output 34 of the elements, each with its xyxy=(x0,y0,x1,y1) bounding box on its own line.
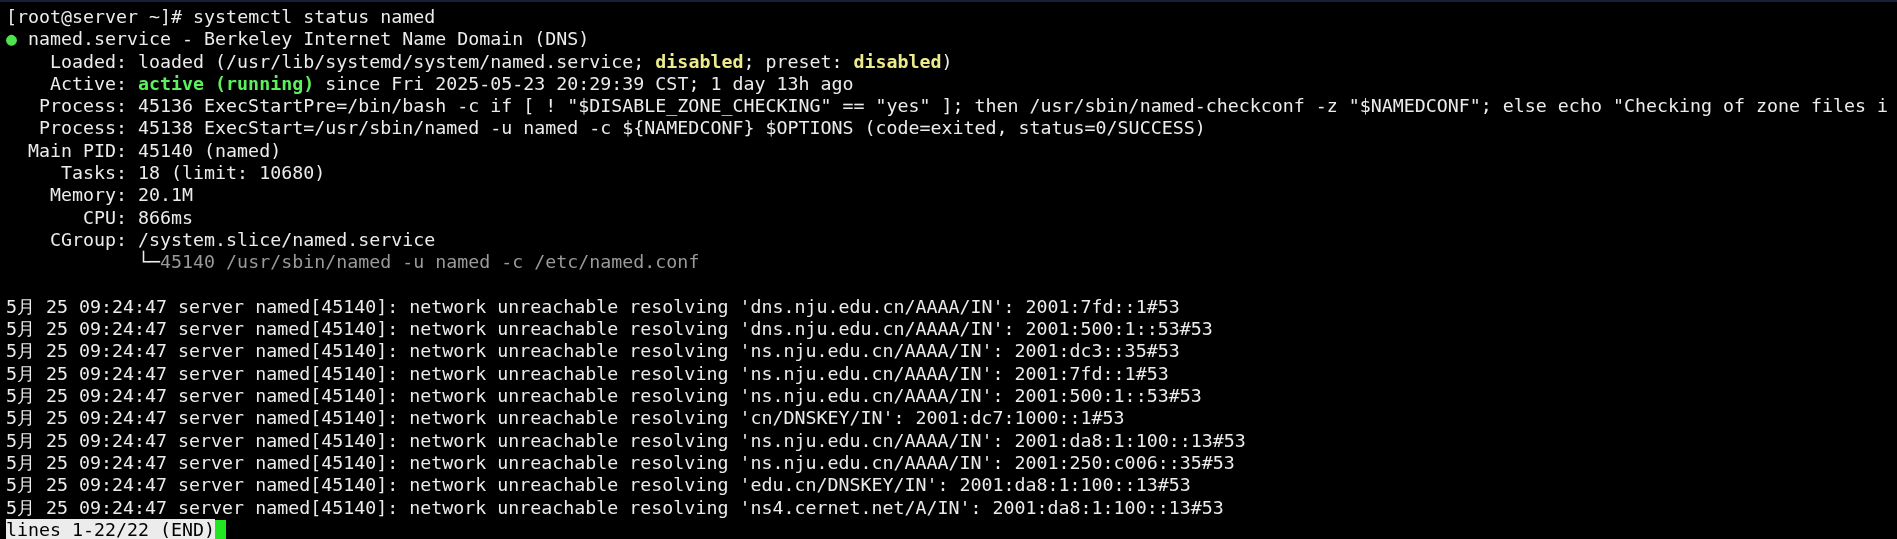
field-label: CPU: xyxy=(82,206,128,229)
field-value: loaded (/usr/lib/systemd/system/named.service; disabled; preset: disabled) xyxy=(138,50,953,73)
field-label: Main PID: xyxy=(27,139,128,163)
field-label: Process: xyxy=(38,95,128,118)
log-line: 5月 25 09:24:47 server named[45140]: network unreachable resolving 'dns.nju.edu.cn/AAAA/IN': 2001:500:1::53#53 xyxy=(6,318,1213,341)
field-value: 45140 (named) xyxy=(138,139,282,163)
field-label: Loaded: xyxy=(49,50,128,73)
log-line: 5月 25 09:24:47 server named[45140]: network unreachable resolving 'edu.cn/DNSKEY/IN': 2001:da8:1:100::13#53 xyxy=(6,474,1191,497)
log-line: 5月 25 09:24:47 server named[45140]: network unreachable resolving 'ns.nju.edu.cn/AAAA/IN': 2001:7fd::1#53 xyxy=(6,362,1169,386)
field-value: 20.1M xyxy=(138,184,194,207)
log-line: 5月 25 09:24:47 server named[45140]: network unreachable resolving 'ns.nju.edu.cn/AAAA/IN': 2001:dc3::35#53 xyxy=(6,340,1180,363)
field-value: 866ms xyxy=(138,206,194,229)
process-tree-line: └─45140 /usr/sbin/named -u named -c /etc/named.conf xyxy=(138,251,700,274)
log-line: 5月 25 09:24:47 server named[45140]: network unreachable resolving 'ns4.cernet.net/A/IN': 2001:da8:1:100::13#53 xyxy=(6,496,1224,519)
pager-status: lines 1-22/22 (END) xyxy=(6,518,216,539)
unit-title: named.service - Berkeley Internet Name Domain (DNS) xyxy=(28,28,590,51)
log-line: 5月 25 09:24:47 server named[45140]: network unreachable resolving 'cn/DNSKEY/IN': 2001:dc7:1000::1#53 xyxy=(6,407,1125,430)
field-label: Tasks: xyxy=(60,162,128,185)
log-line: 5月 25 09:24:47 server named[45140]: network unreachable resolving 'ns.nju.edu.cn/AAAA/IN': 2001:da8:1:100::13#53 xyxy=(6,429,1246,452)
field-label: Active: xyxy=(49,72,128,96)
cursor-icon xyxy=(215,519,227,539)
log-line: 5月 25 09:24:47 server named[45140]: network unreachable resolving 'ns.nju.edu.cn/AAAA/IN': 2001:250:c006::35#53 xyxy=(6,451,1235,475)
status-dot: ● xyxy=(6,28,17,51)
field-value: active (running) since Fri 2025-05-23 20:29:39 CST; 1 day 13h ago xyxy=(138,72,854,96)
log-line: 5月 25 09:24:47 server named[45140]: network unreachable resolving 'ns.nju.edu.cn/AAAA/IN': 2001:500:1::53#53 xyxy=(6,385,1202,408)
field-value: 45138 ExecStart=/usr/sbin/named -u named -c ${NAMEDCONF} $OPTIONS (code=exited, status=0/SUCCESS) xyxy=(138,117,1206,140)
field-label: Memory: xyxy=(49,184,128,207)
field-value: /system.slice/named.service xyxy=(138,228,436,251)
field-label: Process: xyxy=(38,117,128,140)
log-line: 5月 25 09:24:47 server named[45140]: network unreachable resolving 'dns.nju.edu.cn/AAAA/IN': 2001:7fd::1#53 xyxy=(6,295,1180,319)
field-label: CGroup: xyxy=(49,228,128,252)
command-prompt: [root@server ~]# systemctl status named xyxy=(6,6,436,29)
field-value: 45136 ExecStartPre=/bin/bash -c if [ ! "$DISABLE_ZONE_CHECKING" == "yes" ]; then /usr/sbin/named-checkconf -z "$NAMEDCONF"; else echo "Checking of zone files i xyxy=(138,95,1889,118)
field-value: 18 (limit: 10680) xyxy=(138,162,326,185)
